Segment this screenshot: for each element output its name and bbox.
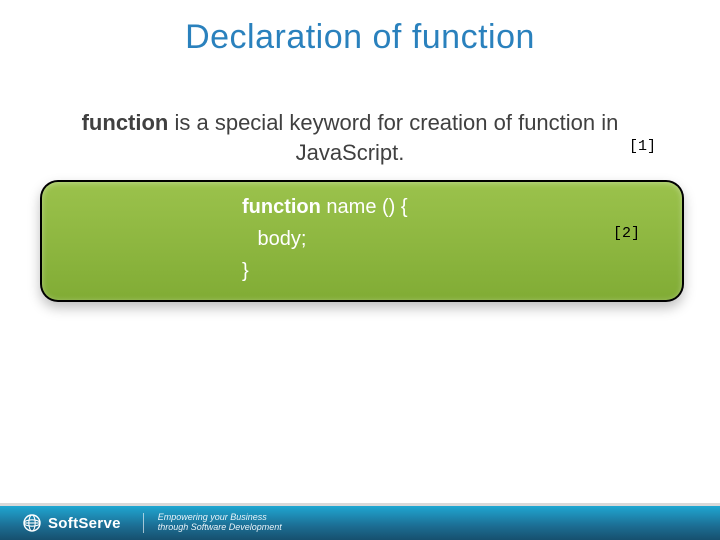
title-part1: Declaration [185,18,362,56]
annotation-2: [2] [613,225,640,242]
annotation-1: [1] [629,138,656,155]
description-text: is a special keyword for creation of fun… [168,110,618,165]
footer-tagline: Empowering your Business through Softwar… [158,513,282,533]
footer-logo: SoftServe [0,506,137,540]
footer-tagline-line2: through Software Development [158,523,282,533]
code-block-inner: function name () { body; } [42,182,682,300]
code-line-1-rest: name () { [321,196,408,218]
footer-divider [143,513,144,533]
description-keyword: function [82,110,169,135]
code-line-2: body; [252,228,306,251]
footer: SoftServe Empowering your Business throu… [0,503,720,540]
slide-title: Declaration of function [0,18,720,57]
globe-icon [22,513,42,533]
title-part2: of function [373,18,535,56]
code-block: function name () { body; } [40,180,684,302]
code-line-3: } [242,260,249,283]
footer-brand: SoftServe [48,515,121,532]
code-line-1: function name () { [242,196,408,219]
code-keyword: function [242,196,321,218]
description: function is a special keyword for creati… [40,108,660,167]
slide: Declaration of function function is a sp… [0,0,720,540]
